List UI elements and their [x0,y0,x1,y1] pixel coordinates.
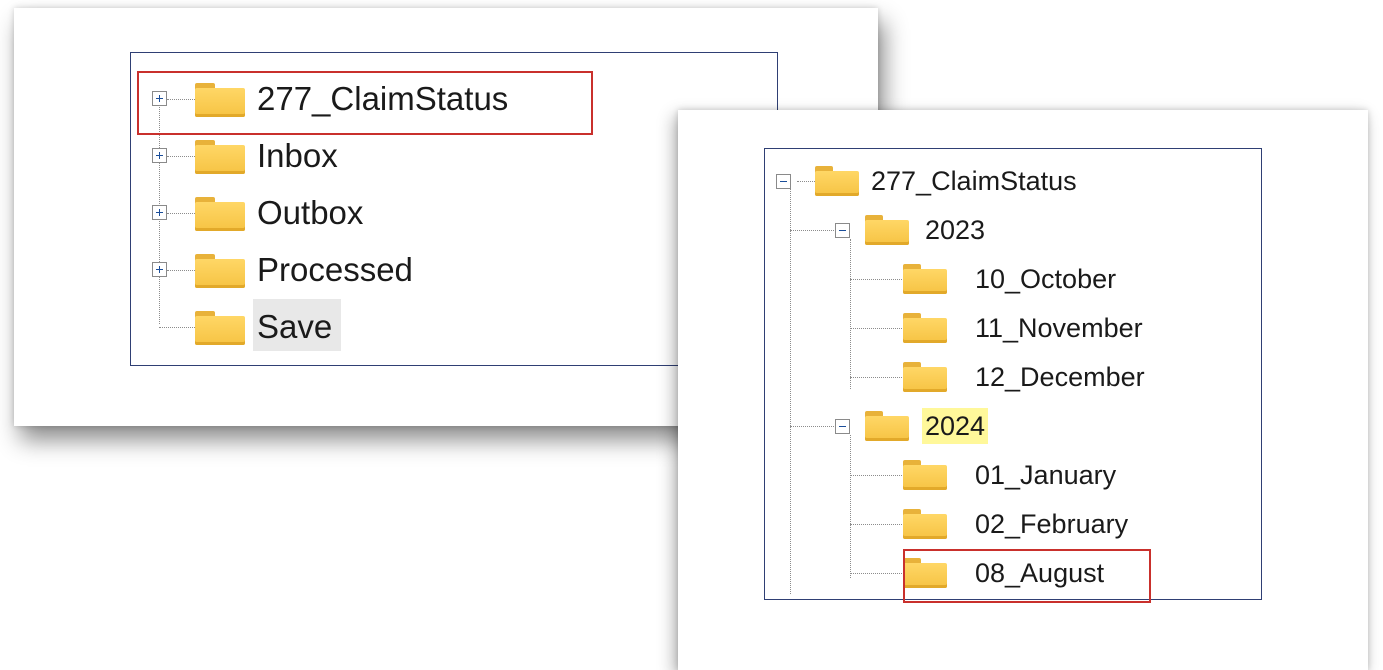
right-folder-tree: 277_ClaimStatus 2023 10_October 11_Novem… [764,148,1262,603]
folder-icon [195,311,245,345]
tree-item-12-december[interactable]: 12_December [765,359,1245,399]
tree-item-label: 10_October [975,264,1117,294]
plus-expander-icon[interactable] [152,262,167,277]
minus-expander-icon[interactable] [776,174,791,189]
minus-expander-icon[interactable] [835,419,850,434]
tree-item-277-claimstatus-root[interactable]: 277_ClaimStatus [765,163,1245,203]
plus-expander-icon[interactable] [152,148,167,163]
minus-expander-icon[interactable] [835,223,850,238]
folder-icon [195,140,245,174]
tree-item-02-february[interactable]: 02_February [765,506,1245,546]
folder-icon [865,215,909,245]
tree-item-label: Inbox [257,137,338,174]
tree-item-label: Outbox [257,194,364,231]
tree-item-processed[interactable]: Processed [131,250,771,290]
tree-item-11-november[interactable]: 11_November [765,310,1245,350]
plus-expander-icon[interactable] [152,205,167,220]
folder-icon [195,197,245,231]
tree-item-label: Save [257,308,333,345]
tree-item-label: 02_February [975,509,1129,539]
folder-icon [903,264,947,294]
tree-item-label: 12_December [975,362,1145,392]
tree-item-outbox[interactable]: Outbox [131,193,771,233]
folder-icon [815,166,859,196]
tree-item-label: 2023 [925,215,986,245]
tree-item-label: 11_November [975,313,1143,343]
tree-item-save[interactable]: Save [131,307,771,347]
tree-item-label-highlighted: 2024 [922,408,989,444]
tree-item-label: Processed [257,251,413,288]
tree-item-inbox[interactable]: Inbox [131,136,771,176]
tree-item-10-october[interactable]: 10_October [765,261,1245,301]
tree-item-label: 277_ClaimStatus [871,166,1077,196]
folder-icon [903,509,947,539]
folder-icon [865,411,909,441]
folder-icon [903,460,947,490]
tree-item-2023[interactable]: 2023 [765,212,1245,252]
folder-icon [903,313,947,343]
tree-item-01-january[interactable]: 01_January [765,457,1245,497]
folder-icon [903,362,947,392]
highlight-box-08-august [903,549,1151,603]
folder-icon [195,254,245,288]
tree-item-2024[interactable]: 2024 [765,408,1245,448]
tree-item-label: 01_January [975,460,1117,490]
highlight-box-277-claimstatus [137,71,593,135]
right-tree-panel: 277_ClaimStatus 2023 10_October 11_Novem… [678,110,1368,670]
